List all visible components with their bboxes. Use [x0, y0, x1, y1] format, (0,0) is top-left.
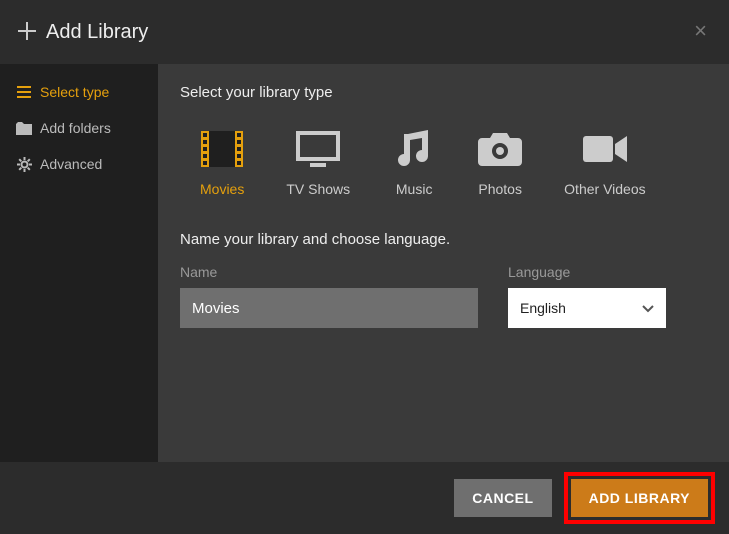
list-icon	[16, 86, 32, 98]
sidebar-item-label: Add folders	[40, 120, 111, 136]
sidebar: Select type Add folders Advanced	[0, 64, 158, 462]
music-icon	[392, 129, 436, 169]
name-input[interactable]	[180, 288, 478, 328]
language-label: Language	[508, 264, 666, 280]
section-title: Select your library type	[180, 84, 707, 101]
sidebar-item-add-folders[interactable]: Add folders	[0, 110, 158, 146]
add-library-button[interactable]: ADD LIBRARY	[571, 479, 708, 517]
type-photos[interactable]: Photos	[478, 129, 522, 197]
type-other-videos[interactable]: Other Videos	[564, 129, 645, 197]
type-tv-shows[interactable]: TV Shows	[286, 129, 350, 197]
camera-icon	[478, 129, 522, 169]
language-field-group: Language English	[508, 264, 666, 328]
cancel-button[interactable]: CANCEL	[454, 479, 551, 517]
dialog-title: Add Library	[46, 21, 148, 44]
language-value: English	[520, 300, 566, 316]
type-music[interactable]: Music	[392, 129, 436, 197]
dialog-header: Add Library ×	[0, 0, 729, 64]
add-library-dialog: Add Library × Select type Add folders	[0, 0, 729, 534]
film-icon	[200, 129, 244, 169]
gear-icon	[16, 157, 32, 172]
add-library-highlight: ADD LIBRARY	[564, 472, 715, 524]
type-label: Photos	[478, 181, 522, 197]
type-label: Music	[396, 181, 433, 197]
library-type-row: Movies TV Shows Music	[180, 129, 707, 197]
folder-icon	[16, 122, 32, 135]
dialog-body: Select type Add folders Advanced Select …	[0, 64, 729, 462]
chevron-down-icon	[642, 300, 654, 316]
field-row: Name Language English	[180, 264, 707, 328]
dialog-footer: CANCEL ADD LIBRARY	[0, 462, 729, 534]
name-label: Name	[180, 264, 478, 280]
sidebar-item-label: Advanced	[40, 156, 102, 172]
name-language-prompt: Name your library and choose language.	[180, 231, 707, 248]
type-label: Other Videos	[564, 181, 645, 197]
name-field-group: Name	[180, 264, 478, 328]
sidebar-item-advanced[interactable]: Advanced	[0, 146, 158, 182]
type-label: Movies	[200, 181, 244, 197]
sidebar-item-select-type[interactable]: Select type	[0, 74, 158, 110]
plus-icon	[18, 22, 36, 43]
close-icon[interactable]: ×	[694, 20, 707, 42]
main-panel: Select your library type Movies	[158, 64, 729, 462]
language-select[interactable]: English	[508, 288, 666, 328]
type-movies[interactable]: Movies	[200, 129, 244, 197]
type-label: TV Shows	[286, 181, 350, 197]
tv-icon	[296, 129, 340, 169]
sidebar-item-label: Select type	[40, 84, 109, 100]
video-icon	[583, 129, 627, 169]
